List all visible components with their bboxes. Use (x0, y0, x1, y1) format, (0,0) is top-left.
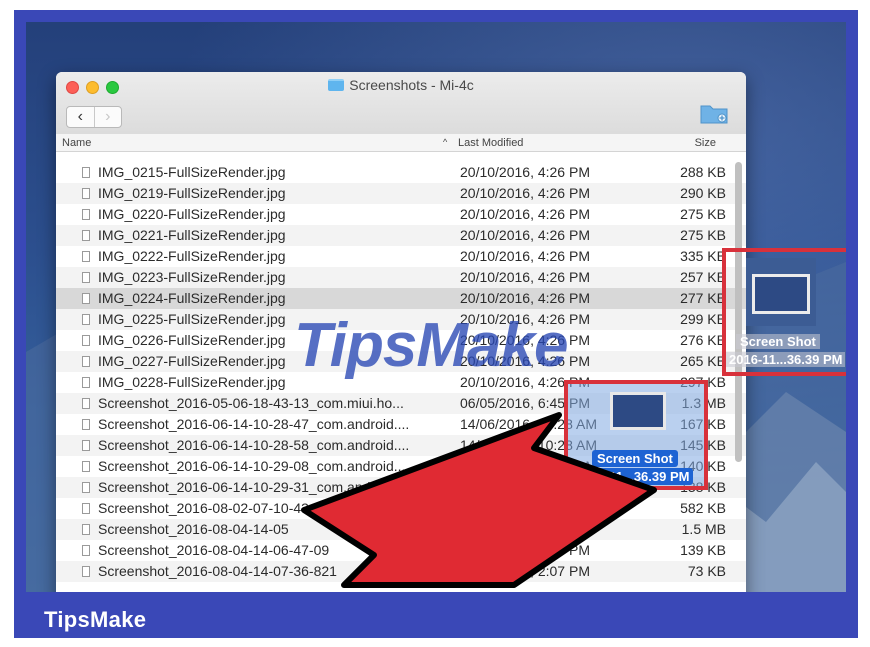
document-icon (82, 440, 90, 451)
file-modified: 20/10/2016, 4:26 PM (460, 164, 590, 180)
file-name: Screenshot_2016-08-02-07-10-43 (98, 500, 309, 516)
file-name: Screenshot_2016-08-04-14-06-47-09 (98, 542, 330, 558)
forward-button[interactable]: › (93, 107, 122, 127)
document-icon (82, 545, 90, 556)
file-row[interactable]: IMG_0223-FullSizeRender.jpg 20/10/2016, 4… (56, 267, 746, 288)
navigation-buttons: ‹ › (66, 106, 122, 128)
file-name: IMG_0219-FullSizeRender.jpg (98, 185, 286, 201)
desktop-file-icon-item[interactable]: Screen Shot 2016-11...36.39 PM (722, 248, 846, 376)
file-size: 277 KB (680, 290, 726, 306)
document-icon (82, 524, 90, 535)
document-icon (82, 209, 90, 220)
file-modified: 20/10/2016, 4:26 PM (460, 290, 590, 306)
file-name: IMG_0224-FullSizeRender.jpg (98, 290, 286, 306)
file-modified: 04/08/2016, 2:06 PM (460, 542, 590, 558)
document-icon (82, 335, 90, 346)
file-name: IMG_0221-FullSizeRender.jpg (98, 227, 286, 243)
file-name: Screenshot_2016-08-04-14-07-36-821 (98, 563, 337, 579)
file-row[interactable]: Screenshot_2016-08-04-14-05 04/08/2016, 2… (56, 519, 746, 540)
document-icon (82, 230, 90, 241)
title-bar: Screenshots - Mi-4c ‹ › Name ^ Last Modi… (56, 72, 746, 152)
desktop-background: Screenshots - Mi-4c ‹ › Name ^ Last Modi… (26, 22, 846, 592)
file-row[interactable]: Screenshot_2016-08-04-14-06-47-09 04/08/2… (56, 540, 746, 561)
file-row[interactable]: IMG_0222-FullSizeRender.jpg 20/10/2016, 4… (56, 246, 746, 267)
screenshot-thumbnail-icon (752, 274, 810, 314)
drag-ghost-label-line1: Screen Shot (592, 450, 678, 467)
file-name: Screenshot_2016-05-06-18-43-13_com.miui.… (98, 395, 404, 411)
new-folder-icon[interactable] (700, 102, 728, 124)
document-icon (82, 566, 90, 577)
document-icon (82, 251, 90, 262)
file-row[interactable]: IMG_0220-FullSizeRender.jpg 20/10/2016, 4… (56, 204, 746, 225)
file-size: 265 KB (680, 353, 726, 369)
sort-ascending-icon: ^ (443, 137, 448, 147)
dragged-file-ghost[interactable]: Screen Shot 2016-11...36.39 PM (564, 380, 708, 490)
name-column-header[interactable]: Name (62, 137, 91, 149)
file-modified: 02/08/2016, 7:10 AM (460, 500, 590, 516)
folder-icon (328, 79, 345, 91)
file-modified: 04/08/2016, 2:05 PM (460, 521, 590, 537)
file-name: IMG_0215-FullSizeRender.jpg (98, 164, 286, 180)
file-modified: 20/10/2016, 4:26 PM (460, 185, 590, 201)
file-row[interactable]: Screenshot_2016-08-04-14-07-36-821 04/08/… (56, 561, 746, 582)
file-size: 290 KB (680, 185, 726, 201)
document-icon (82, 482, 90, 493)
file-name: Screenshot_2016-06-14-10-28-58_com.andro… (98, 437, 410, 453)
file-name: Screenshot_2016-06-14-10-29-08_com.andro… (98, 458, 410, 474)
file-size: 299 KB (680, 311, 726, 327)
window-title-text: Screenshots - Mi-4c (349, 77, 474, 93)
file-row[interactable]: IMG_0224-FullSizeRender.jpg 20/10/2016, 4… (56, 288, 746, 309)
file-size: 288 KB (680, 164, 726, 180)
document-icon (82, 461, 90, 472)
document-icon (82, 503, 90, 514)
document-icon (82, 377, 90, 388)
document-icon (82, 398, 90, 409)
document-icon (82, 356, 90, 367)
file-size: 139 KB (680, 542, 726, 558)
file-name: IMG_0222-FullSizeRender.jpg (98, 248, 286, 264)
file-name: IMG_0220-FullSizeRender.jpg (98, 206, 286, 222)
desktop-file-label-line1: Screen Shot (736, 334, 820, 349)
file-name: Screenshot_2016-08-04-14-05 (98, 521, 289, 537)
file-size: 257 KB (680, 269, 726, 285)
document-icon (82, 314, 90, 325)
column-headers: Name ^ Last Modified Size (56, 134, 746, 152)
file-size: 276 KB (680, 332, 726, 348)
file-size: 582 KB (680, 500, 726, 516)
file-row[interactable]: IMG_0215-FullSizeRender.jpg 20/10/2016, 4… (56, 162, 746, 183)
window-title: Screenshots - Mi-4c (56, 77, 746, 93)
file-name: Screenshot_2016-06-14-10-29-31_com.andro… (98, 479, 410, 495)
back-button[interactable]: ‹ (67, 107, 94, 127)
file-size: 275 KB (680, 227, 726, 243)
file-size: 73 KB (687, 563, 726, 579)
file-size: 1.5 MB (681, 521, 726, 537)
file-modified: 20/10/2016, 4:26 PM (460, 227, 590, 243)
image-frame: Screenshots - Mi-4c ‹ › Name ^ Last Modi… (14, 10, 858, 638)
watermark: TipsMake (294, 311, 568, 380)
document-icon (82, 167, 90, 178)
size-column-header[interactable]: Size (695, 137, 716, 149)
brand-label: TipsMake (44, 607, 147, 632)
document-icon (82, 293, 90, 304)
file-size: 335 KB (680, 248, 726, 264)
file-modified: 20/10/2016, 4:26 PM (460, 248, 590, 264)
file-name: Screenshot_2016-06-14-10-28-47_com.andro… (98, 416, 410, 432)
drag-ghost-label-line2: 2016-11...36.39 PM (572, 468, 694, 485)
file-name: IMG_0223-FullSizeRender.jpg (98, 269, 286, 285)
file-row[interactable]: IMG_0219-FullSizeRender.jpg 20/10/2016, 4… (56, 183, 746, 204)
file-row[interactable]: Screenshot_2016-08-02-07-10-43 02/08/2016… (56, 498, 746, 519)
document-icon (82, 188, 90, 199)
file-modified: 04/08/2016, 2:07 PM (460, 563, 590, 579)
screenshot-thumbnail-icon (610, 392, 666, 430)
desktop-file-label-line2: 2016-11...36.39 PM (726, 352, 846, 367)
document-icon (82, 419, 90, 430)
file-modified: 20/10/2016, 4:26 PM (460, 206, 590, 222)
last-modified-column-header[interactable]: Last Modified (458, 137, 523, 149)
file-size: 275 KB (680, 206, 726, 222)
file-modified: 20/10/2016, 4:26 PM (460, 269, 590, 285)
file-row[interactable]: IMG_0221-FullSizeRender.jpg 20/10/2016, 4… (56, 225, 746, 246)
document-icon (82, 272, 90, 283)
